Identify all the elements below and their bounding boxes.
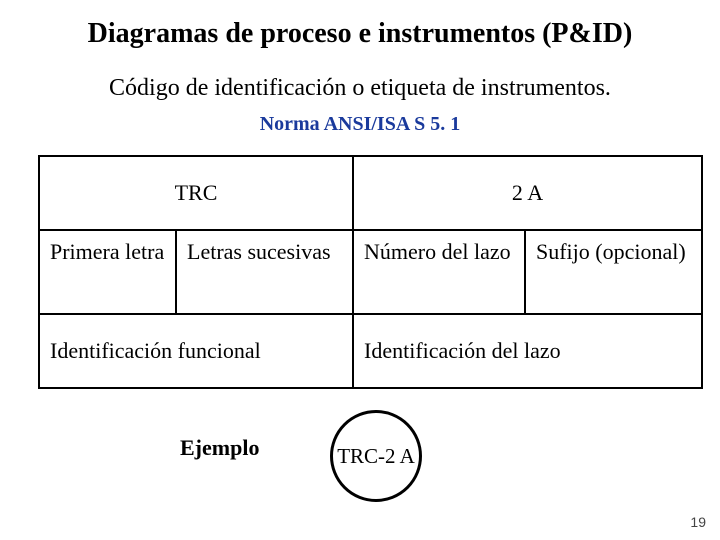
identification-table: TRC 2 A Primera letra Letras sucesivas N… <box>38 155 703 389</box>
example-circle: TRC-2 A <box>330 410 422 502</box>
example-value: TRC-2 A <box>337 444 415 469</box>
table-footer-right: Identificación del lazo <box>353 314 702 388</box>
page-number: 19 <box>690 514 706 530</box>
norma-line: Norma ANSI/ISA S 5. 1 <box>0 113 720 136</box>
table-cell: Número del lazo <box>353 230 525 314</box>
table-cell: Sufijo (opcional) <box>525 230 702 314</box>
table-cell: Primera letra <box>39 230 176 314</box>
slide-title: Diagramas de proceso e instrumentos (P&I… <box>0 18 720 50</box>
slide-subtitle: Código de identificación o etiqueta de i… <box>0 75 720 102</box>
table-header-left: TRC <box>39 156 353 230</box>
table-footer-left: Identificación funcional <box>39 314 353 388</box>
table-header-right: 2 A <box>353 156 702 230</box>
table-cell: Letras sucesivas <box>176 230 353 314</box>
example-label: Ejemplo <box>180 435 259 461</box>
